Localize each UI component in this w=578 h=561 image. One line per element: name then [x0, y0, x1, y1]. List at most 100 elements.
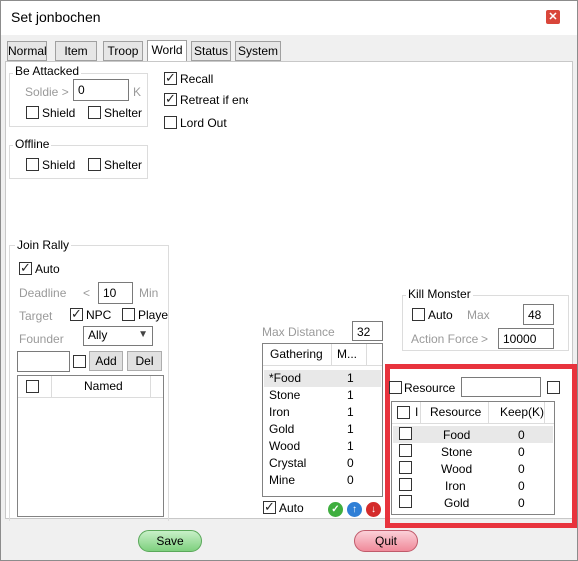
del-button[interactable]: Del — [127, 351, 162, 371]
resource-row-name: Wood — [441, 462, 473, 476]
resource-row-keep: 0 — [518, 479, 525, 493]
tab-troop[interactable]: Troop — [103, 41, 143, 61]
named-select-all-checkbox[interactable] — [26, 380, 39, 393]
gathering-auto-checkbox[interactable] — [263, 499, 276, 515]
gathering-row[interactable]: Gold 1 — [264, 421, 381, 438]
resource-row-checkbox[interactable] — [399, 427, 412, 440]
gathering-row-value: 1 — [347, 371, 354, 385]
move-down-icon[interactable]: ↓ — [366, 502, 381, 517]
npc-checkbox[interactable] — [70, 306, 83, 322]
title-bar: Set jonbochen ✕ — [1, 1, 577, 35]
window-title: Set jonbochen — [11, 9, 101, 25]
tab-normal[interactable]: Normal — [7, 41, 47, 61]
tab-item[interactable]: Item — [55, 41, 97, 61]
named-input[interactable] — [17, 351, 70, 372]
resource-input[interactable] — [461, 377, 541, 397]
action-force-label: Action Force — [411, 332, 479, 346]
move-up-icon[interactable]: ↑ — [347, 502, 362, 517]
deadline-input[interactable]: 10 — [98, 282, 133, 304]
gathering-row-name: Stone — [269, 388, 301, 402]
gathering-row-name: Iron — [269, 405, 290, 419]
named-list[interactable]: Named — [17, 375, 164, 517]
gathering-row[interactable]: Stone 1 — [264, 387, 381, 404]
lord-out-checkbox[interactable] — [164, 116, 177, 129]
resource-list[interactable]: I Resource Keep(K) Food 0 Stone 0 Wood 0… — [391, 401, 555, 515]
resource-row[interactable]: Stone 0 — [393, 443, 553, 460]
offline-shield-label: Shield — [42, 158, 76, 172]
resource-row-keep: 0 — [518, 445, 525, 459]
be-attacked-shield-checkbox[interactable] — [26, 106, 39, 119]
resource-row-name: Stone — [441, 445, 473, 459]
resource-row-checkbox[interactable] — [399, 444, 412, 457]
max-distance-input[interactable]: 32 — [352, 321, 383, 341]
gathering-auto-label: Auto — [279, 501, 304, 515]
founder-selected-value: Ally — [88, 328, 108, 342]
action-force-input[interactable]: 10000 — [498, 328, 554, 349]
resource-row[interactable]: Food 0 — [393, 426, 553, 443]
column-divider — [366, 344, 367, 366]
resource-row-checkbox[interactable] — [399, 461, 412, 474]
confirm-check-icon[interactable]: ✓ — [328, 502, 343, 517]
column-divider — [488, 402, 489, 424]
offline-shield-checkbox[interactable] — [26, 158, 39, 171]
column-divider — [331, 344, 332, 366]
resource-row[interactable]: Wood 0 — [393, 460, 553, 477]
gathering-row-value: 1 — [347, 439, 354, 453]
soldier-input[interactable]: 0 — [73, 79, 129, 101]
max-input[interactable]: 48 — [523, 304, 554, 325]
gathering-list-header: Gathering M... — [263, 344, 382, 366]
resource-row[interactable]: Iron 0 — [393, 477, 553, 494]
founder-select[interactable]: Ally ▼ — [83, 326, 153, 346]
resource-checkbox[interactable] — [389, 381, 402, 394]
add-button[interactable]: Add — [89, 351, 123, 371]
save-button[interactable]: Save — [138, 530, 202, 552]
be-attacked-shelter-checkbox[interactable] — [88, 106, 101, 119]
gathering-row[interactable]: Crystal 0 — [264, 455, 381, 472]
gathering-row-value: 1 — [347, 388, 354, 402]
recall-checkbox[interactable] — [164, 70, 177, 86]
lord-out-label: Lord Out — [180, 116, 227, 130]
offline-shelter-checkbox[interactable] — [88, 158, 101, 171]
resource-row[interactable]: Gold 0 — [393, 494, 553, 511]
gathering-list[interactable]: Gathering M... *Food 1 Stone 1 Iron 1 Go… — [262, 343, 383, 497]
kill-monster-auto-checkbox[interactable] — [412, 308, 425, 321]
resource-select-all-checkbox[interactable] — [397, 406, 410, 419]
gathering-row[interactable]: Iron 1 — [264, 404, 381, 421]
join-rally-auto-checkbox[interactable] — [19, 260, 32, 276]
resource-row-keep: 0 — [518, 462, 525, 476]
player-checkbox[interactable] — [122, 308, 135, 321]
join-rally-label: Join Rally — [15, 238, 72, 252]
gathering-row-name: Mine — [269, 473, 296, 487]
close-icon[interactable]: ✕ — [546, 10, 560, 24]
m-column-header: M... — [337, 347, 357, 361]
retreat-label: Retreat if ene — [180, 93, 248, 107]
column-divider — [150, 376, 151, 398]
max-label: Max — [467, 308, 490, 322]
gathering-row-value: 0 — [347, 473, 354, 487]
retreat-checkbox[interactable] — [164, 91, 177, 107]
player-label: Playe — [138, 308, 169, 322]
column-divider — [51, 376, 52, 398]
join-rally-auto-label: Auto — [35, 262, 60, 276]
max-distance-label: Max Distance — [262, 325, 335, 339]
named-list-header: Named — [18, 376, 163, 398]
soldier-unit: K — [133, 85, 142, 99]
gathering-row[interactable]: *Food 1 — [264, 370, 381, 387]
be-attacked-shelter-label: Shelter — [104, 106, 143, 120]
gathering-row-value: 1 — [347, 405, 354, 419]
resource-extra-checkbox[interactable] — [547, 381, 560, 394]
resource-row-checkbox[interactable] — [399, 495, 412, 508]
quit-button[interactable]: Quit — [354, 530, 418, 552]
resource-row-checkbox[interactable] — [399, 478, 412, 491]
tab-system[interactable]: System — [235, 41, 281, 61]
tab-world[interactable]: World — [147, 40, 187, 62]
settings-window: Set jonbochen ✕ Normal Item Troop World … — [0, 0, 578, 561]
tab-status[interactable]: Status — [191, 41, 231, 61]
named-checkbox[interactable] — [73, 355, 86, 368]
gathering-row[interactable]: Mine 0 — [264, 472, 381, 489]
column-divider — [544, 402, 545, 424]
gathering-row-name: Wood — [269, 439, 301, 453]
gathering-row[interactable]: Wood 1 — [264, 438, 381, 455]
be-attacked-shield-label: Shield — [42, 106, 76, 120]
npc-label: NPC — [86, 308, 112, 322]
